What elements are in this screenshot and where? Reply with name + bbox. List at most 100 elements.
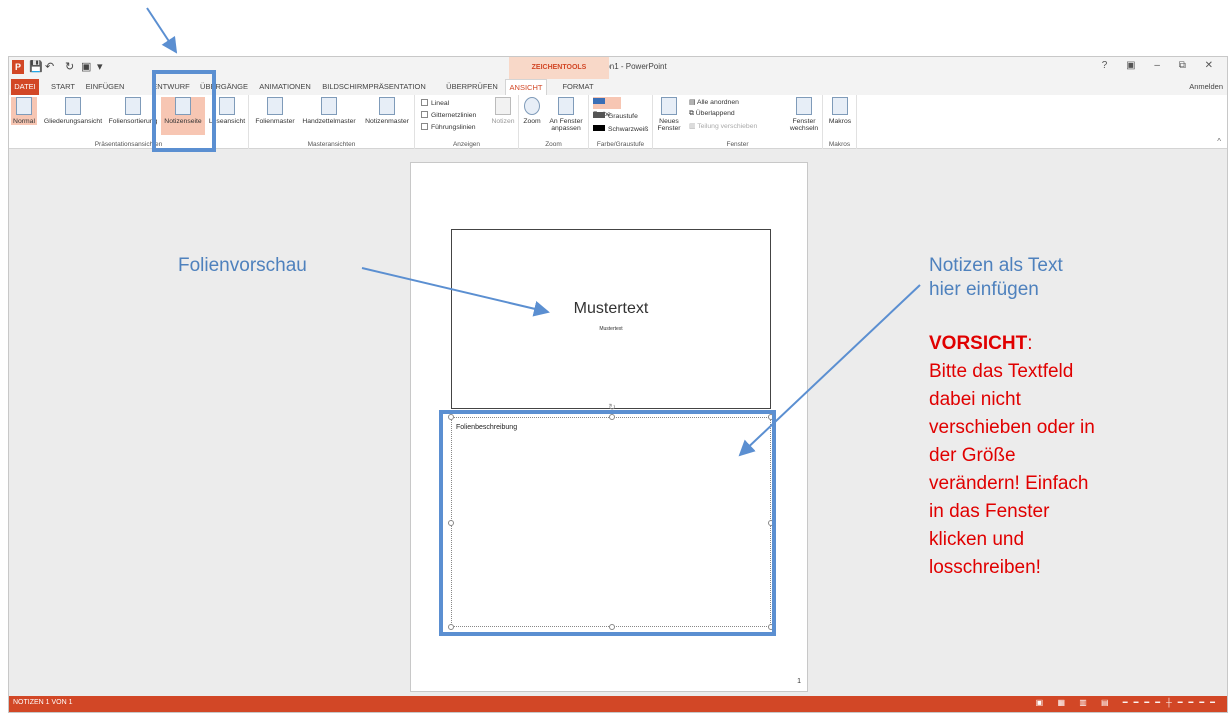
warning-line-8: losschreiben! xyxy=(929,557,1041,578)
fit-to-window-icon xyxy=(558,97,574,115)
notes-label: Notizen xyxy=(491,118,515,125)
group-label-macros: Makros xyxy=(828,141,851,148)
slide-subtitle: Mustertext xyxy=(599,326,623,332)
arrange-all-button[interactable]: ▤ Alle anordnen xyxy=(689,98,739,106)
new-window-icon xyxy=(661,97,677,115)
ruler-checkbox[interactable]: Lineal xyxy=(421,99,449,107)
warning-title-text: VORSICHT xyxy=(929,333,1028,354)
tab-review[interactable]: ÜBERPRÜFEN xyxy=(441,79,503,95)
fit-to-window-button[interactable]: An Fenster anpassen xyxy=(545,97,587,132)
annotation-notes-line-1: Notizen als Text xyxy=(929,255,1063,276)
notes-master-label: Notizenmaster xyxy=(365,118,409,125)
status-bar: NOTIZEN 1 VON 1 ▣ ▦ ▥ ▤ ━━━━┼━━━━ xyxy=(9,696,1227,712)
move-split-label: Teilung verschieben xyxy=(697,123,758,130)
move-split-button[interactable]: ▥ Teilung verschieben xyxy=(689,122,757,130)
arrow-to-notes-page-button xyxy=(146,7,178,54)
warning-title-colon: : xyxy=(1027,333,1033,354)
cascade-icon: ⧉ xyxy=(689,110,696,117)
switch-window-icon xyxy=(796,97,812,115)
group-label-color: Farbe/Graustufe xyxy=(596,141,645,148)
tab-animations[interactable]: ANIMATIONEN xyxy=(257,79,313,95)
macros-label: Makros xyxy=(828,118,852,125)
slide-sorter-label: Foliensortierung xyxy=(108,118,158,125)
status-view-icons[interactable]: ▣ ▦ ▥ ▤ ━━━━┼━━━━ xyxy=(1036,698,1221,707)
new-window-label-2: Fenster xyxy=(657,125,681,132)
guides-checkbox-box xyxy=(421,123,428,130)
grayscale-label: Graustufe xyxy=(608,113,638,120)
warning-line-1: Bitte das Textfeld xyxy=(929,361,1074,382)
zoom-label: Zoom xyxy=(523,118,541,125)
window-controls[interactable]: ? ▣ – ⧉ ✕ xyxy=(1102,60,1221,71)
grayscale-swatch-icon xyxy=(593,112,605,118)
color-swatch-icon xyxy=(593,98,605,104)
annotation-notes: Notizen als Text hier einfügen xyxy=(929,254,1063,302)
ruler-label: Lineal xyxy=(431,100,450,107)
new-window-button[interactable]: Neues Fenster xyxy=(655,97,683,132)
notes-icon xyxy=(495,97,511,115)
tab-insert[interactable]: EINFÜGEN xyxy=(83,79,127,95)
group-color-grayscale: Farbe Graustufe Schwarzweiß Farbe/Graust… xyxy=(589,95,653,149)
slide-master-label: Folienmaster xyxy=(255,118,295,125)
annotation-notes-line-2: hier einfügen xyxy=(929,279,1039,300)
slide-preview[interactable]: Mustertext Mustertext xyxy=(451,229,771,409)
gridlines-checkbox-box xyxy=(421,111,428,118)
warning-line-6: in das Fenster xyxy=(929,501,1050,522)
slide-sorter-icon xyxy=(125,97,141,115)
notes-master-button[interactable]: Notizenmaster xyxy=(361,97,413,125)
tab-format[interactable]: FORMAT xyxy=(557,79,599,95)
warning-line-3: verschieben oder in xyxy=(929,417,1095,438)
handout-master-button[interactable]: Handzettelmaster xyxy=(299,97,359,125)
macros-button[interactable]: Makros xyxy=(825,97,855,125)
highlight-notes-area xyxy=(439,410,776,636)
warning-title: VORSICHT: xyxy=(929,333,1032,355)
group-label-zoom: Zoom xyxy=(545,141,562,148)
warning-line-2: dabei nicht xyxy=(929,389,1021,410)
page-number: 1 xyxy=(797,678,801,685)
status-page-indicator: NOTIZEN 1 VON 1 xyxy=(13,699,73,706)
tab-start[interactable]: START xyxy=(45,79,81,95)
screenshot-root: P 💾 ↶ ↻ ▣ ▾ Präsentation1 - PowerPoint Z… xyxy=(0,0,1228,713)
normal-view-label: Normal xyxy=(13,118,35,125)
gridlines-checkbox[interactable]: Gitternetzlinien xyxy=(421,111,476,119)
switch-window-label-2: wechseln xyxy=(789,125,819,132)
slide-master-icon xyxy=(267,97,283,115)
normal-view-icon xyxy=(16,97,32,115)
bw-label: Schwarzweiß xyxy=(608,126,649,133)
highlight-notes-page-button xyxy=(152,70,216,152)
group-label-window: Fenster xyxy=(726,141,749,148)
tab-file[interactable]: DATEI xyxy=(11,79,39,95)
group-macros: Makros Makros xyxy=(823,95,857,149)
sign-in-link[interactable]: Anmelden xyxy=(1189,79,1223,95)
macros-icon xyxy=(832,97,848,115)
tab-slideshow[interactable]: BILDSCHIRMPRÄSENTATION xyxy=(317,79,431,95)
bw-button[interactable]: Schwarzweiß xyxy=(593,125,648,133)
grayscale-button[interactable]: Graustufe xyxy=(593,112,638,120)
cascade-button[interactable]: ⧉ Überlappend xyxy=(689,110,735,118)
slide-title: Mustertext xyxy=(573,300,649,317)
warning-line-4: der Größe xyxy=(929,445,1016,466)
arrange-all-label: Alle anordnen xyxy=(696,99,739,106)
notes-button[interactable]: Notizen xyxy=(489,97,517,125)
outline-view-label: Gliederungsansicht xyxy=(43,118,103,125)
warning-body: Bitte das Textfeld dabei nicht verschieb… xyxy=(929,358,1169,582)
outline-view-button[interactable]: Gliederungsansicht xyxy=(41,97,105,125)
normal-view-button[interactable]: Normal xyxy=(11,97,37,125)
handout-master-label: Handzettelmaster xyxy=(302,118,356,125)
group-window: Neues Fenster ▤ Alle anordnen ⧉ Überlapp… xyxy=(653,95,823,149)
arrange-all-icon: ▤ xyxy=(689,99,697,106)
collapse-ribbon-icon[interactable]: ^ xyxy=(1217,137,1221,146)
group-label-master-views: Masteransichten xyxy=(307,141,356,148)
move-split-icon: ▥ xyxy=(689,123,698,130)
tab-view[interactable]: ANSICHT xyxy=(505,79,547,95)
zoom-button[interactable]: Zoom xyxy=(521,97,543,125)
switch-window-button[interactable]: Fenster wechseln xyxy=(787,97,821,132)
guides-checkbox[interactable]: Führungslinien xyxy=(421,123,476,131)
ruler-checkbox-box xyxy=(421,99,428,106)
group-zoom: Zoom An Fenster anpassen Zoom xyxy=(519,95,589,149)
magnifier-icon xyxy=(524,97,540,115)
guides-label: Führungslinien xyxy=(431,124,476,131)
group-master-views: Folienmaster Handzettelmaster Notizenmas… xyxy=(249,95,415,149)
color-button[interactable]: Farbe xyxy=(593,97,621,118)
switch-window-label-1: Fenster xyxy=(792,118,816,125)
slide-master-button[interactable]: Folienmaster xyxy=(253,97,297,125)
